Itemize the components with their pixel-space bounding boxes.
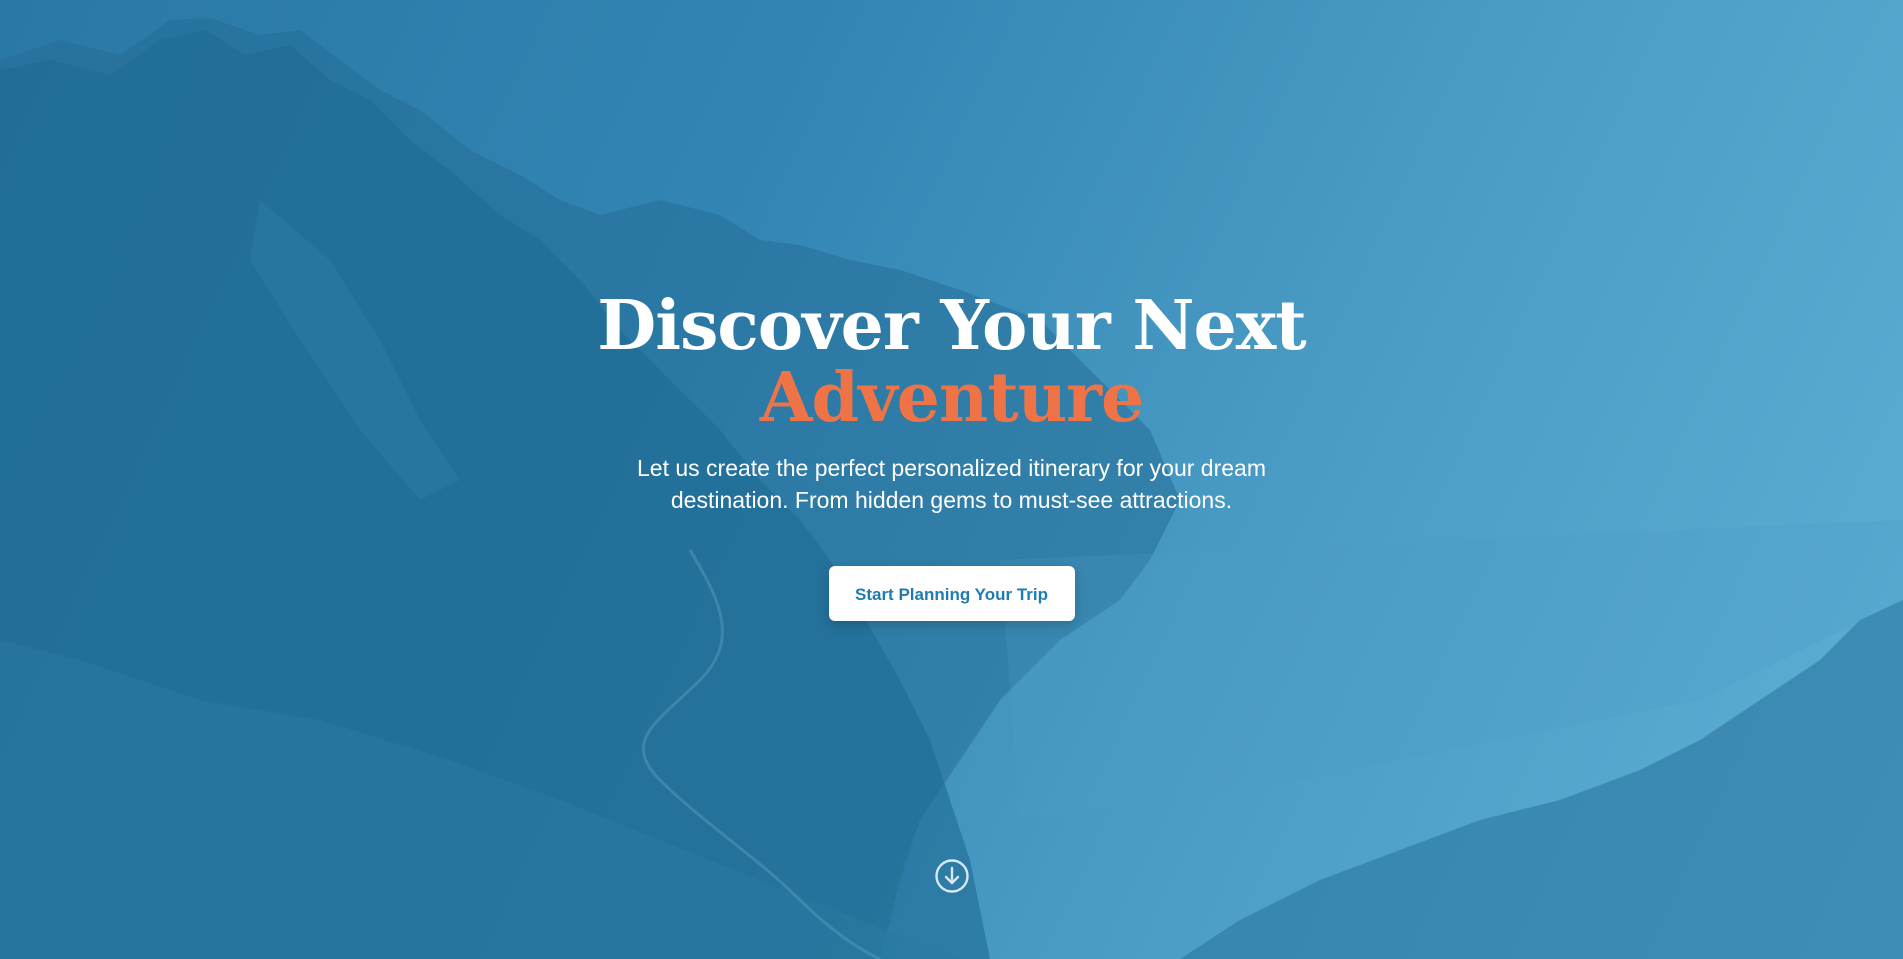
hero-title: Discover Your Next Adventure	[0, 290, 1903, 434]
hero-section: Discover Your Next Adventure Let us crea…	[0, 0, 1903, 959]
hero-content: Discover Your Next Adventure Let us crea…	[0, 290, 1903, 621]
hero-title-accent: Adventure	[759, 358, 1144, 438]
start-planning-button[interactable]: Start Planning Your Trip	[828, 566, 1075, 621]
hero-title-line1: Discover Your Next	[597, 286, 1306, 366]
arrow-down-circle-icon[interactable]	[934, 858, 970, 894]
hero-subtitle: Let us create the perfect personalized i…	[637, 455, 1266, 513]
